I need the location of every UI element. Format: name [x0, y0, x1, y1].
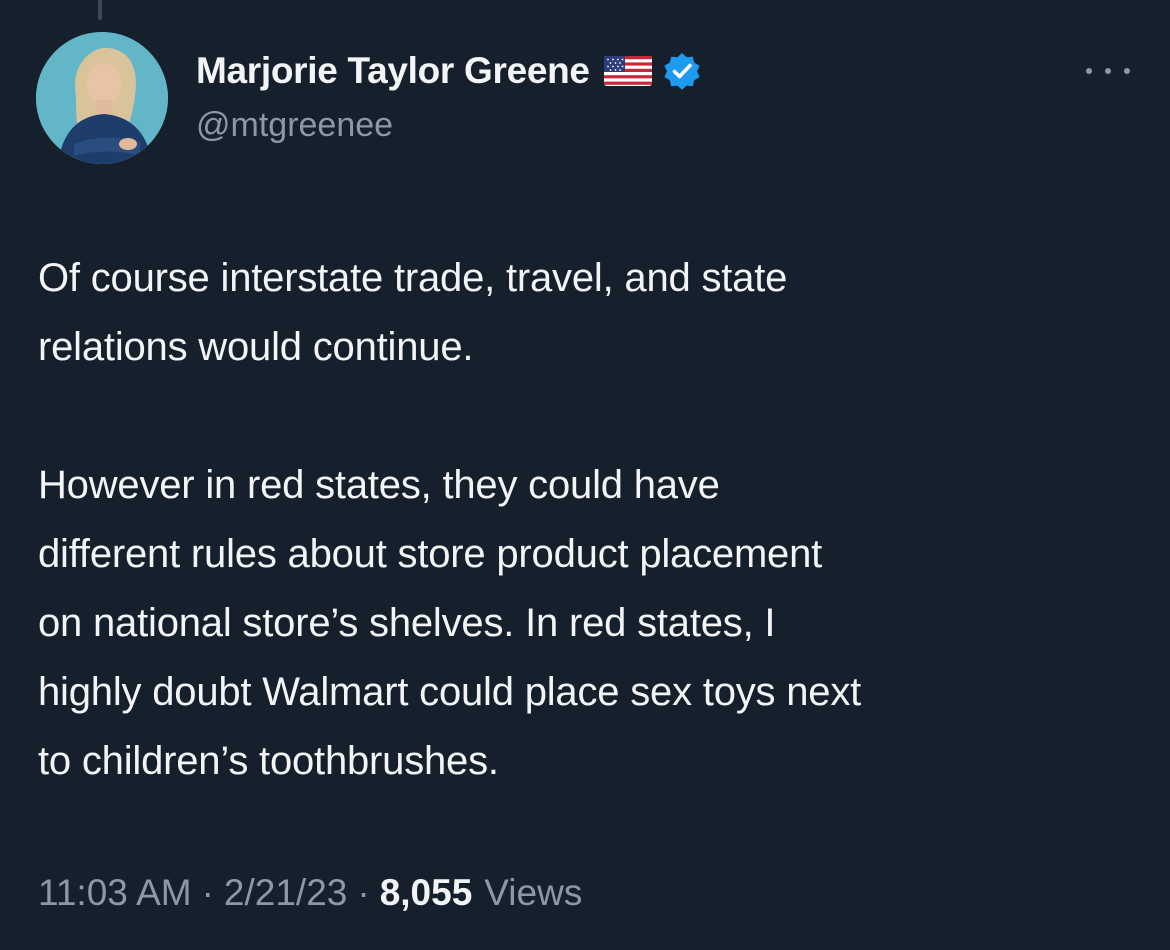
more-options-icon[interactable] — [1086, 60, 1130, 82]
author-handle[interactable]: @mtgreenee — [196, 106, 393, 145]
tweet-time[interactable]: 11:03 AM — [38, 872, 192, 914]
tweet-date[interactable]: 2/21/23 — [224, 872, 347, 914]
author-row: Marjorie Taylor Greene — [196, 48, 702, 94]
author-display-name[interactable]: Marjorie Taylor Greene — [196, 50, 590, 92]
meta-separator: · — [357, 872, 370, 913]
avatar[interactable] — [36, 32, 168, 164]
views-count[interactable]: 8,055 — [380, 872, 473, 914]
avatar-image — [36, 32, 168, 164]
more-dot — [1086, 68, 1092, 74]
tweet-meta: 11:03 AM · 2/21/23 · 8,055 Views — [38, 872, 582, 914]
tweet-text: Of course interstate trade, travel, and … — [38, 244, 1138, 796]
us-flag-icon — [603, 56, 652, 86]
meta-separator: · — [201, 872, 214, 913]
tweet-paragraph: However in red states, they could have d… — [38, 463, 862, 783]
thread-connector-line — [98, 0, 102, 20]
tweet-paragraph: Of course interstate trade, travel, and … — [38, 256, 788, 369]
more-dot — [1124, 68, 1130, 74]
views-label: Views — [484, 872, 583, 913]
verified-badge-icon[interactable] — [662, 51, 702, 91]
more-dot — [1105, 68, 1111, 74]
